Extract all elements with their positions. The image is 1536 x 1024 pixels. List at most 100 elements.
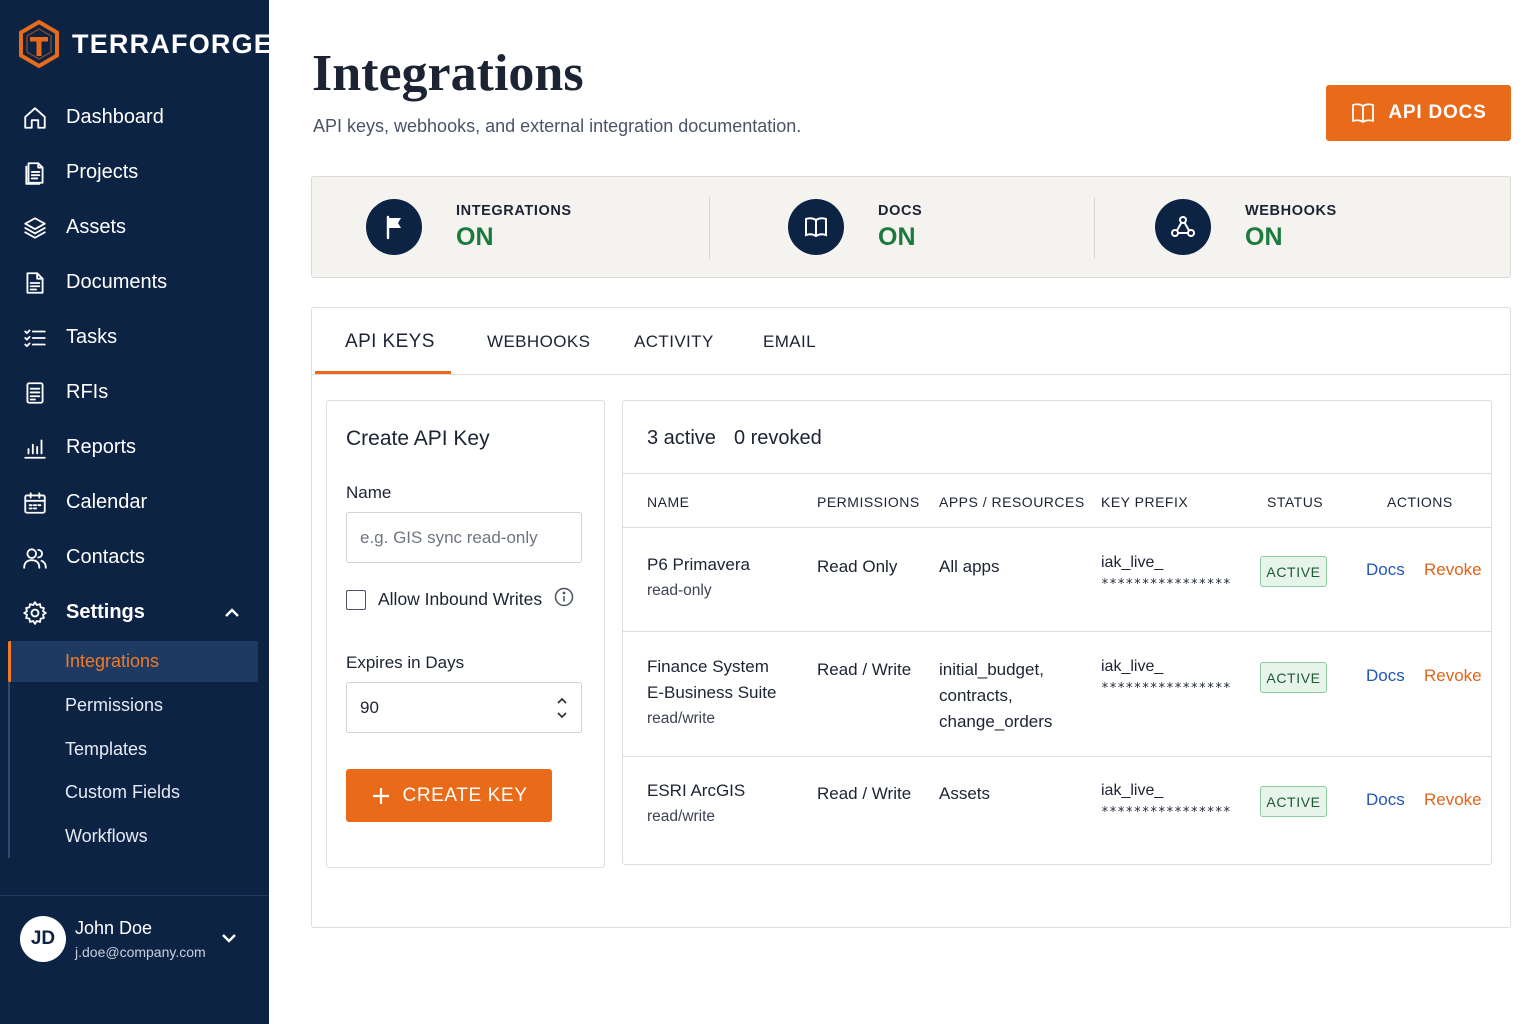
expires-value: 90	[360, 697, 379, 717]
key-prefix: iak_live_	[1101, 554, 1164, 571]
nav-item-tasks[interactable]: Tasks	[0, 310, 269, 365]
key-name-input[interactable]	[346, 512, 582, 563]
status-strip: INTEGRATIONS ON DOCS ON WEBHOOKS ON	[311, 176, 1511, 278]
key-scope: read/write	[647, 710, 716, 727]
app-resource: contracts,	[939, 686, 1013, 705]
key-mask: ****************	[1101, 577, 1232, 592]
table-header: NAME PERMISSIONS APPS / RESOURCES KEY PR…	[623, 473, 1491, 528]
integrations-panel: API KEYS WEBHOOKS ACTIVITY EMAIL Create …	[311, 307, 1511, 928]
brand[interactable]: TERRAFORGE	[18, 20, 273, 68]
column-header-status: STATUS	[1267, 494, 1324, 510]
nav-item-rfis[interactable]: RFIs	[0, 365, 269, 420]
table-row: Finance System E-Business Suite read/wri…	[623, 632, 1491, 757]
key-name-cell: Finance System E-Business Suite read/wri…	[647, 654, 776, 732]
chevron-up-icon[interactable]	[223, 604, 241, 622]
active-tab-indicator	[315, 371, 451, 374]
home-icon	[22, 105, 48, 131]
bar-chart-icon	[22, 435, 48, 461]
docs-link[interactable]: Docs	[1366, 666, 1405, 686]
docs-link[interactable]: Docs	[1366, 560, 1405, 580]
status-value: ON	[456, 222, 494, 251]
main-nav: Dashboard Projects Assets Documents Task…	[0, 90, 269, 640]
subnav-item-templates[interactable]: Templates	[10, 728, 258, 772]
column-header-actions: ACTIONS	[1387, 494, 1453, 510]
revoked-count: 0 revoked	[733, 427, 822, 449]
status-value: ON	[878, 222, 916, 251]
nav-item-calendar[interactable]: Calendar	[0, 475, 269, 530]
subnav-item-workflows[interactable]: Workflows	[10, 815, 258, 859]
tab-webhooks[interactable]: WEBHOOKS	[487, 308, 590, 375]
active-count: 3 active	[647, 427, 716, 449]
app-resource: initial_budget,	[939, 660, 1044, 679]
page-subtitle: API keys, webhooks, and external integra…	[313, 116, 802, 136]
nav-label: Tasks	[66, 326, 118, 348]
expires-label: Expires in Days	[346, 653, 465, 672]
number-stepper-icon[interactable]	[555, 693, 569, 723]
user-menu[interactable]: JD John Doe j.doe@company.com	[0, 895, 269, 1024]
subnav-item-permissions[interactable]: Permissions	[10, 684, 258, 728]
nav-item-dashboard[interactable]: Dashboard	[0, 90, 269, 145]
create-card-title: Create API Key	[346, 427, 490, 450]
document-icon	[22, 270, 48, 296]
tab-email[interactable]: EMAIL	[763, 308, 816, 375]
rfi-icon	[22, 380, 48, 406]
status-integrations: INTEGRATIONS ON	[366, 177, 572, 277]
revoke-link[interactable]: Revoke	[1424, 790, 1482, 810]
user-name: John Doe	[75, 918, 153, 938]
book-icon	[788, 199, 844, 255]
status-badge: ACTIVE	[1260, 556, 1327, 587]
user-email: j.doe@company.com	[75, 944, 206, 960]
status-title: DOCS	[878, 202, 923, 219]
nav-item-contacts[interactable]: Contacts	[0, 530, 269, 585]
nav-item-documents[interactable]: Documents	[0, 255, 269, 310]
nav-label: Documents	[66, 271, 168, 293]
book-icon	[1352, 103, 1375, 123]
nav-item-assets[interactable]: Assets	[0, 200, 269, 255]
nav-label: RFIs	[66, 381, 109, 403]
name-label: Name	[346, 483, 392, 502]
nav-label: Contacts	[66, 546, 145, 568]
api-docs-button[interactable]: API DOCS	[1326, 85, 1511, 141]
table-row: P6 Primavera read-only Read Only All app…	[623, 528, 1491, 632]
revoke-link[interactable]: Revoke	[1424, 560, 1482, 580]
nav-item-reports[interactable]: Reports	[0, 420, 269, 475]
contacts-icon	[22, 545, 48, 571]
nav-item-projects[interactable]: Projects	[0, 145, 269, 200]
key-name: Finance System	[647, 657, 769, 676]
create-key-button[interactable]: CREATE KEY	[346, 769, 552, 822]
docs-link[interactable]: Docs	[1366, 790, 1405, 810]
expires-days-input[interactable]: 90	[346, 682, 582, 733]
nav-item-settings[interactable]: Settings	[0, 585, 269, 640]
apps-cell: initial_budget, contracts, change_orders	[939, 657, 1052, 735]
allow-inbound-writes-checkbox[interactable]	[346, 589, 366, 610]
table-row: ESRI ArcGIS read/write Read / Write Asse…	[623, 757, 1491, 864]
allow-inbound-writes-label: Allow Inbound Writes	[378, 589, 543, 609]
create-api-key-card: Create API Key Name Allow Inbound Writes…	[326, 400, 605, 868]
key-prefix: iak_live_	[1101, 782, 1164, 799]
nav-label: Settings	[66, 601, 145, 623]
api-docs-label: API DOCS	[1388, 102, 1487, 123]
chevron-down-icon[interactable]	[220, 929, 238, 947]
api-keys-table-card: 3 active 0 revoked NAME PERMISSIONS APPS…	[622, 400, 1492, 865]
create-key-label: CREATE KEY	[402, 784, 528, 806]
status-webhooks: WEBHOOKS ON	[1155, 177, 1337, 277]
key-counts: 3 active 0 revoked	[647, 427, 822, 450]
settings-subnav: Integrations Permissions Templates Custo…	[8, 641, 258, 858]
tab-activity[interactable]: ACTIVITY	[634, 308, 714, 375]
tab-api-keys[interactable]: API KEYS	[345, 308, 435, 375]
info-icon[interactable]	[554, 587, 574, 612]
plus-icon	[372, 787, 389, 804]
terraforge-logo-icon	[19, 20, 59, 68]
column-header-key-prefix: KEY PREFIX	[1101, 494, 1189, 510]
status-badge: ACTIVE	[1260, 662, 1327, 693]
apps-cell: Assets	[939, 784, 991, 803]
key-mask: ****************	[1101, 681, 1232, 696]
key-prefix-cell: iak_live_ ****************	[1101, 656, 1231, 700]
status-badge: ACTIVE	[1260, 786, 1327, 817]
subnav-item-integrations[interactable]: Integrations	[8, 641, 258, 682]
subnav-item-custom-fields[interactable]: Custom Fields	[10, 771, 258, 815]
column-header-apps: APPS / RESOURCES	[939, 494, 1085, 510]
key-name-cell: ESRI ArcGIS read/write	[647, 778, 745, 830]
apps-cell: All apps	[939, 557, 1000, 576]
revoke-link[interactable]: Revoke	[1424, 666, 1482, 686]
